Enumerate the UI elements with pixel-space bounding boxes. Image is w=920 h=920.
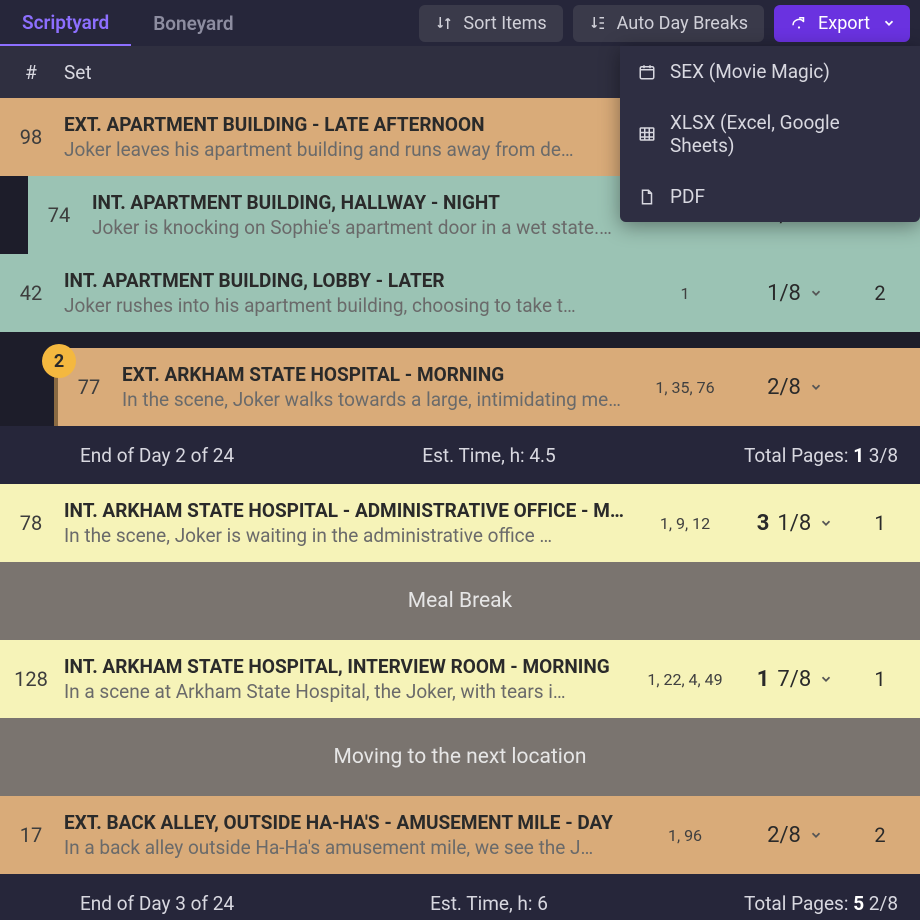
scene-title: INT. APARTMENT BUILDING, HALLWAY - NIGHT — [92, 191, 624, 214]
scene-desc: In a back alley outside Ha-Ha's amusemen… — [64, 836, 624, 859]
scene-cast: 1, 35, 76 — [630, 378, 740, 397]
chevron-down-icon — [819, 672, 833, 686]
export-pdf-label: PDF — [670, 185, 705, 208]
sort-items-label: Sort Items — [463, 13, 546, 34]
export-xlsx-label: XLSX (Excel, Google Sheets) — [670, 111, 902, 157]
export-dropdown: SEX (Movie Magic) XLSX (Excel, Google Sh… — [620, 46, 920, 222]
scene-desc: Joker is knocking on Sophie's apartment … — [92, 216, 624, 239]
chevron-down-icon — [880, 14, 898, 32]
daybreak-left: End of Day 2 of 24 — [80, 444, 353, 467]
scene-unit: 2 — [850, 823, 920, 847]
scene-set: EXT. ARKHAM STATE HOSPITAL - MORNINGIn t… — [120, 353, 630, 421]
export-sex-label: SEX (Movie Magic) — [670, 60, 830, 83]
scene-cast: 1, 9, 12 — [630, 514, 740, 533]
tab-scriptyard[interactable]: Scriptyard — [0, 0, 131, 46]
tab-boneyard[interactable]: Boneyard — [131, 0, 255, 46]
scene-row[interactable]: 17EXT. BACK ALLEY, OUTSIDE HA-HA'S - AMU… — [0, 796, 920, 874]
scene-title: EXT. ARKHAM STATE HOSPITAL - MORNING — [122, 363, 624, 386]
scene-number: 74 — [28, 203, 90, 227]
day-break-row: End of Day 2 of 24Est. Time, h: 4.5Total… — [0, 426, 920, 484]
chevron-down-icon — [809, 286, 823, 300]
scene-pages[interactable]: 1/8 — [740, 281, 850, 306]
scene-title: EXT. APARTMENT BUILDING - LATE AFTERNOON — [64, 113, 624, 136]
scene-number: 98 — [0, 125, 62, 149]
daybreak-mid: Est. Time, h: 4.5 — [353, 444, 626, 467]
scene-set: INT. ARKHAM STATE HOSPITAL - ADMINISTRAT… — [62, 489, 630, 557]
banner-row[interactable]: Moving to the next location — [0, 718, 920, 796]
export-label: Export — [818, 13, 870, 34]
export-xlsx[interactable]: XLSX (Excel, Google Sheets) — [620, 97, 920, 171]
daybreak-mid: Est. Time, h: 6 — [353, 892, 626, 915]
scene-set: INT. APARTMENT BUILDING, LOBBY - LATERJo… — [62, 259, 630, 327]
scene-set: EXT. BACK ALLEY, OUTSIDE HA-HA'S - AMUSE… — [62, 801, 630, 869]
daybreak-right: Total Pages: 5 2/8 — [625, 892, 898, 915]
scene-desc: In the scene, Joker walks towards a larg… — [122, 388, 624, 411]
chevron-down-icon — [809, 828, 823, 842]
daybreak-left: End of Day 3 of 24 — [80, 892, 353, 915]
scene-pages[interactable]: 3 1/8 — [740, 511, 850, 536]
chevron-down-icon — [819, 516, 833, 530]
col-set[interactable]: Set — [62, 61, 630, 84]
scene-unit: 1 — [850, 667, 920, 691]
export-button[interactable]: Export — [774, 5, 910, 42]
scene-row[interactable]: 42INT. APARTMENT BUILDING, LOBBY - LATER… — [0, 254, 920, 332]
scene-number: 42 — [0, 281, 62, 305]
topbar: Scriptyard Boneyard Sort Items Auto Day … — [0, 0, 920, 46]
table-icon — [638, 125, 656, 143]
scene-number: 77 — [58, 375, 120, 399]
scene-unit: 2 — [850, 281, 920, 305]
scene-title: EXT. BACK ALLEY, OUTSIDE HA-HA'S - AMUSE… — [64, 811, 624, 834]
scene-set: INT. ARKHAM STATE HOSPITAL, INTERVIEW RO… — [62, 645, 630, 713]
scene-title: INT. APARTMENT BUILDING, LOBBY - LATER — [64, 269, 624, 292]
scene-pages[interactable]: 1 7/8 — [740, 667, 850, 692]
day-badge: 2 — [42, 344, 76, 378]
tabs: Scriptyard Boneyard — [0, 0, 256, 46]
auto-day-breaks-button[interactable]: Auto Day Breaks — [573, 5, 764, 42]
file-pdf-icon — [638, 188, 656, 206]
scene-cast: 1, 22, 4, 49 — [630, 670, 740, 689]
export-pdf[interactable]: PDF — [620, 171, 920, 222]
banner-row[interactable]: Meal Break — [0, 562, 920, 640]
chevron-down-icon — [809, 380, 823, 394]
scene-row[interactable]: 277EXT. ARKHAM STATE HOSPITAL - MORNINGI… — [58, 348, 920, 426]
scene-pages[interactable]: 2/8 — [740, 823, 850, 848]
col-num[interactable]: # — [0, 61, 62, 84]
scene-row[interactable]: 128INT. ARKHAM STATE HOSPITAL, INTERVIEW… — [0, 640, 920, 718]
scene-cast: 1, 96 — [630, 826, 740, 845]
sort-icon — [435, 14, 453, 32]
scene-title: INT. ARKHAM STATE HOSPITAL - ADMINISTRAT… — [64, 499, 624, 522]
scene-number: 128 — [0, 667, 62, 691]
scene-unit: 1 — [850, 511, 920, 535]
scene-desc: In the scene, Joker is waiting in the ad… — [64, 524, 624, 547]
sort-items-button[interactable]: Sort Items — [419, 5, 562, 42]
scene-set: EXT. APARTMENT BUILDING - LATE AFTERNOON… — [62, 103, 630, 171]
scene-desc: In a scene at Arkham State Hospital, the… — [64, 680, 624, 703]
auto-day-breaks-label: Auto Day Breaks — [617, 13, 748, 34]
daybreak-right: Total Pages: 1 3/8 — [625, 444, 898, 467]
scene-title: INT. ARKHAM STATE HOSPITAL, INTERVIEW RO… — [64, 655, 624, 678]
scene-desc: Joker rushes into his apartment building… — [64, 294, 624, 317]
scene-cast: 1 — [630, 284, 740, 303]
scene-set: INT. APARTMENT BUILDING, HALLWAY - NIGHT… — [90, 181, 630, 249]
scene-number: 78 — [0, 511, 62, 535]
scene-desc: Joker leaves his apartment building and … — [64, 138, 624, 161]
scene-number: 17 — [0, 823, 62, 847]
day-break-row: End of Day 3 of 24Est. Time, h: 6Total P… — [0, 874, 920, 920]
sort-az-icon — [589, 14, 607, 32]
scene-pages[interactable]: 2/8 — [740, 375, 850, 400]
scene-row[interactable]: 78INT. ARKHAM STATE HOSPITAL - ADMINISTR… — [0, 484, 920, 562]
calendar-icon — [638, 63, 656, 81]
export-icon — [790, 14, 808, 32]
export-sex[interactable]: SEX (Movie Magic) — [620, 46, 920, 97]
